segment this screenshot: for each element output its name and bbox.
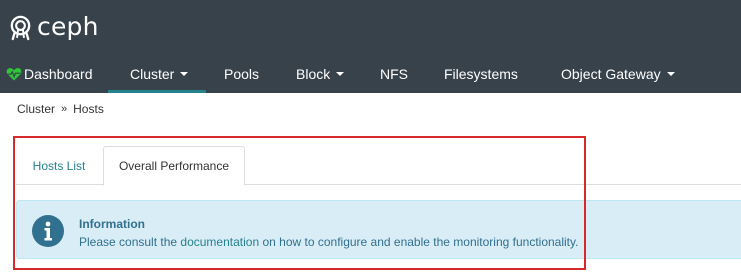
info-alert: Information Please consult the documenta…: [16, 200, 741, 259]
nav-pools[interactable]: Pools: [206, 54, 280, 93]
brand-logo[interactable]: ceph: [7, 12, 99, 42]
breadcrumb-item-hosts: Hosts: [73, 102, 104, 116]
alert-message: Please consult the documentation on how …: [79, 235, 578, 249]
nav-dashboard-label: Dashboard: [24, 65, 93, 82]
nav-nfs-label: NFS: [380, 65, 408, 82]
nav-nfs[interactable]: NFS: [364, 54, 430, 93]
alert-text-before: Please consult the: [79, 235, 181, 249]
caret-down-icon: [666, 71, 675, 76]
main-nav: Dashboard Cluster Pools Block NFS Filesy…: [0, 54, 736, 93]
breadcrumb: Cluster » Hosts: [17, 101, 104, 117]
nav-object-gateway-label: Object Gateway: [561, 65, 661, 82]
nav-pools-label: Pools: [224, 65, 260, 82]
documentation-link[interactable]: documentation: [180, 235, 259, 249]
nav-object-gateway[interactable]: Object Gateway: [541, 54, 736, 93]
caret-down-icon: [180, 71, 189, 76]
nav-cluster-label: Cluster: [130, 65, 175, 82]
nav-block[interactable]: Block: [280, 54, 364, 93]
alert-text-after: on how to configure and enable the monit…: [259, 235, 579, 249]
ceph-logo-icon: [10, 15, 31, 40]
caret-down-icon: [336, 71, 345, 76]
breadcrumb-separator-icon: »: [61, 103, 68, 115]
nav-filesystems-label: Filesystems: [444, 65, 518, 82]
alert-title: Information: [79, 217, 145, 231]
tab-bar: Hosts List Overall Performance: [16, 146, 741, 186]
nav-cluster[interactable]: Cluster: [108, 54, 206, 93]
breadcrumb-item-cluster[interactable]: Cluster: [17, 102, 55, 116]
info-circle-icon: [32, 215, 64, 247]
nav-filesystems[interactable]: Filesystems: [430, 54, 541, 93]
nav-block-label: Block: [296, 65, 331, 82]
nav-dashboard[interactable]: Dashboard: [0, 54, 108, 93]
top-navbar: ceph Dashboard Cluster Pools Block NFS F…: [0, 0, 741, 93]
brand-name: ceph: [37, 12, 99, 41]
tab-hosts-list[interactable]: Hosts List: [16, 146, 102, 185]
heart-pulse-icon: [6, 67, 22, 80]
tab-overall-performance[interactable]: Overall Performance: [103, 146, 245, 186]
